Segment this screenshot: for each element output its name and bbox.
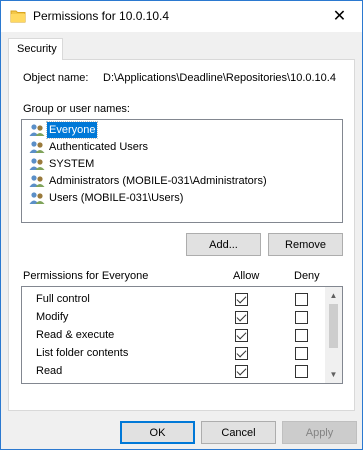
permission-row-write	[22, 381, 326, 384]
deny-checkbox[interactable]	[295, 365, 308, 378]
permissions-dialog: Permissions for 10.0.10.4 ✕ Security Obj…	[0, 0, 363, 450]
scrollbar-thumb[interactable]	[329, 304, 338, 348]
users-icon	[29, 140, 45, 153]
deny-checkbox[interactable]	[295, 347, 308, 360]
list-item-users[interactable]: Users (MOBILE-031\Users)	[23, 189, 185, 206]
deny-checkbox[interactable]	[295, 293, 308, 306]
permissions-scrollbar[interactable]: ▲ ▼	[325, 287, 342, 383]
title-bar: Permissions for 10.0.10.4 ✕	[1, 1, 362, 32]
allow-checkbox[interactable]	[235, 347, 248, 360]
permission-row-modify: Modify	[22, 309, 326, 327]
users-icon	[29, 157, 45, 170]
group-user-names-label: Group or user names:	[23, 103, 130, 115]
permission-row-full-control: Full control	[22, 291, 326, 309]
security-tab-panel: Object name: D:\Applications\Deadline\Re…	[8, 59, 355, 411]
cancel-button-label: Cancel	[221, 426, 256, 439]
list-item-label: SYSTEM	[49, 157, 95, 170]
list-item-authenticated-users[interactable]: Authenticated Users	[23, 138, 150, 155]
permission-name: Full control	[36, 293, 90, 305]
tab-security[interactable]: Security	[8, 38, 63, 60]
close-button[interactable]: ✕	[317, 1, 362, 31]
apply-button[interactable]: Apply	[282, 421, 357, 444]
allow-checkbox[interactable]	[235, 365, 248, 378]
object-name-label: Object name:	[23, 72, 89, 84]
ok-button[interactable]: OK	[120, 421, 195, 444]
remove-button[interactable]: Remove	[268, 233, 343, 256]
allow-checkbox[interactable]	[235, 329, 248, 342]
users-icon	[29, 123, 45, 136]
list-item-label: Administrators (MOBILE-031\Administrator…	[49, 174, 267, 187]
allow-column-header: Allow	[233, 270, 260, 282]
tab-security-label: Security	[17, 43, 57, 55]
deny-checkbox[interactable]	[295, 311, 308, 324]
permission-row-read-execute: Read & execute	[22, 327, 326, 345]
permission-row-read: Read	[22, 363, 326, 381]
list-item-system[interactable]: SYSTEM	[23, 155, 96, 172]
list-item-label: Authenticated Users	[49, 140, 149, 153]
deny-checkbox[interactable]	[295, 383, 308, 384]
list-item-administrators[interactable]: Administrators (MOBILE-031\Administrator…	[23, 172, 269, 189]
permission-name: Read & execute	[36, 329, 115, 341]
permission-name: List folder contents	[36, 347, 129, 359]
list-item-everyone[interactable]: Everyone	[23, 120, 99, 139]
allow-checkbox[interactable]	[235, 383, 248, 384]
remove-button-label: Remove	[285, 238, 326, 251]
window-title: Permissions for 10.0.10.4	[33, 9, 170, 23]
ok-button-label: OK	[149, 426, 166, 439]
permission-row-list-folder-contents: List folder contents	[22, 345, 326, 363]
permissions-list: Full control Modify Read & execute List …	[21, 286, 343, 384]
close-icon: ✕	[332, 8, 347, 25]
object-name-value: D:\Applications\Deadline\Repositories\10…	[103, 72, 336, 84]
allow-checkbox[interactable]	[235, 293, 248, 306]
apply-button-label: Apply	[305, 426, 334, 439]
list-item-label: Everyone	[45, 120, 99, 139]
permission-name: Modify	[36, 311, 69, 323]
scroll-up-icon[interactable]: ▲	[325, 287, 342, 304]
deny-column-header: Deny	[294, 270, 320, 282]
group-user-list[interactable]: Everyone Authenticated Users SYSTEM Admi…	[21, 119, 343, 223]
cancel-button[interactable]: Cancel	[201, 421, 276, 444]
folder-icon	[10, 10, 26, 23]
list-item-label: Users (MOBILE-031\Users)	[49, 191, 184, 204]
users-icon	[29, 174, 45, 187]
scroll-down-icon[interactable]: ▼	[325, 366, 342, 383]
deny-checkbox[interactable]	[295, 329, 308, 342]
add-button-label: Add...	[209, 238, 238, 251]
permissions-label: Permissions for Everyone	[23, 270, 149, 282]
permission-name: Read	[36, 365, 63, 377]
allow-checkbox[interactable]	[235, 311, 248, 324]
users-icon	[29, 191, 45, 204]
add-button[interactable]: Add...	[186, 233, 261, 256]
